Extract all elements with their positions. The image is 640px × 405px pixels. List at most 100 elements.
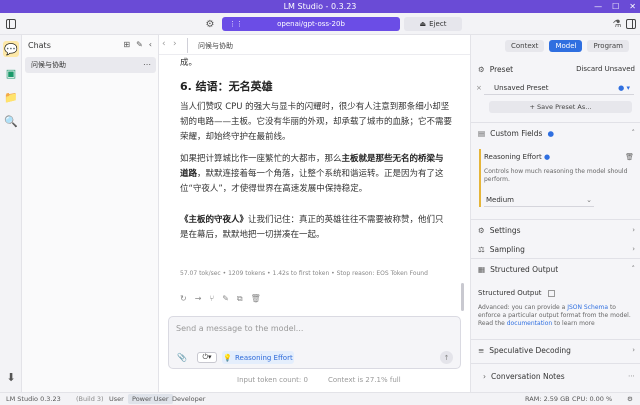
tab-chat[interactable]: 问候与协助 (187, 38, 243, 53)
structured-output-toggle-label: Structured Output (478, 289, 542, 297)
right-panel: Context Model Program ⚙ Preset Discard U… (470, 35, 640, 392)
structured-output-checkbox[interactable] (547, 289, 555, 297)
chat-list-item[interactable]: 问候与协助 ⋯ (25, 57, 156, 73)
preset-label: Preset (489, 64, 514, 74)
model-selector[interactable]: ⋮⋮ openai/gpt-oss-20b (222, 17, 400, 31)
conversation-notes-header[interactable]: › Conversation Notes ⋯ (471, 367, 640, 385)
terminal-icon[interactable]: ▣ (3, 65, 19, 81)
title-bar: LM Studio - 0.3.23 — ☐ ✕ (0, 0, 640, 13)
save-preset-button[interactable]: + Save Preset As... (489, 101, 632, 113)
regenerate-icon[interactable]: ↻ (180, 294, 187, 304)
structured-output-toggle-row: Structured Output (478, 289, 640, 297)
preset-icon: ⚙ (478, 64, 485, 74)
new-chat-icon[interactable]: ✎ (136, 40, 143, 49)
eject-button[interactable]: ⏏ Eject (404, 17, 462, 31)
notes-label: Conversation Notes (491, 371, 565, 381)
preset-value: Unsaved Preset (494, 84, 549, 92)
folder-icon[interactable]: 📁 (3, 89, 19, 105)
scrollbar[interactable] (461, 283, 464, 311)
discard-unsaved-button[interactable]: Discard Unsaved (576, 65, 635, 73)
clear-icon[interactable]: × (476, 84, 482, 92)
chevron-right-icon: › (632, 346, 635, 354)
chats-title: Chats (28, 41, 51, 50)
new-folder-icon[interactable]: ⊞ (123, 40, 130, 49)
top-toolbar: ⚙ ⋮⋮ openai/gpt-oss-20b ⏏ Eject ⚗ (0, 13, 640, 35)
speculative-icon: ≡ (478, 345, 485, 355)
copy-icon[interactable]: ⧉ (237, 294, 243, 304)
cpu-usage: CPU: 0.00 % (572, 395, 613, 403)
sampling-label: Sampling (489, 244, 525, 254)
send-button[interactable]: ↑ (440, 351, 453, 364)
chats-panel: Chats ⊞ ✎ ‹ 问候与协助 ⋯ (22, 35, 159, 392)
search-icon[interactable]: 🔍 (3, 113, 19, 129)
settings-gear-icon[interactable]: ⚙ (627, 395, 633, 403)
tab-model[interactable]: Model (549, 40, 583, 52)
right-tabs: Context Model Program (505, 40, 630, 52)
sidebar-toggle-icon[interactable] (4, 17, 18, 31)
back-icon[interactable]: ‹ (162, 39, 166, 49)
mode-user[interactable]: User (105, 394, 128, 404)
tab-bar: ‹ › 问候与协助 (159, 35, 470, 55)
tools-button[interactable]: ⏻▾ (197, 352, 217, 363)
beaker-icon[interactable]: ⚗ (610, 17, 624, 31)
custom-fields-label: Custom Fields (490, 128, 543, 138)
more-options-icon[interactable]: ⋯ (143, 60, 151, 69)
chat-item-label: 问候与协助 (31, 61, 66, 69)
mode-developer[interactable]: Developer (168, 394, 209, 404)
attach-icon[interactable]: 📎 (177, 353, 187, 362)
tab-context[interactable]: Context (505, 40, 545, 52)
collapse-icon[interactable]: ‹ (149, 40, 152, 49)
speculative-label: Speculative Decoding (489, 345, 571, 355)
preset-header: ⚙ Preset Discard Unsaved (471, 60, 640, 78)
message-composer[interactable]: Send a message to the model... 📎 ⏻▾ 💡 Re… (168, 316, 461, 369)
preset-select[interactable]: × Unsaved Preset ● ▾ (476, 82, 634, 95)
message-input[interactable]: Send a message to the model... (176, 324, 303, 333)
chevron-up-icon: ˄ (631, 265, 636, 273)
settings-icon: ⚙ (478, 225, 485, 235)
reasoning-label: Reasoning Effort (235, 353, 293, 362)
minimize-button[interactable]: — (594, 2, 602, 11)
custom-fields-header[interactable]: ▤ Custom Fields ● ˄ (471, 124, 640, 142)
reasoning-value: Medium (486, 196, 514, 204)
mode-power-user[interactable]: Power User (128, 394, 173, 404)
eject-icon: ⏏ (419, 20, 427, 28)
panel-toggle-icon[interactable] (624, 17, 638, 31)
settings-header[interactable]: ⚙ Settings › (471, 221, 640, 239)
continue-icon[interactable]: → (195, 294, 202, 304)
download-icon[interactable]: ⬇ (3, 369, 19, 385)
reasoning-title: Reasoning Effort (484, 153, 542, 161)
chevron-down-icon: ⌄ (586, 196, 592, 204)
forward-icon[interactable]: › (173, 39, 177, 49)
speculative-decoding-header[interactable]: ≡ Speculative Decoding › (471, 341, 640, 359)
modified-dot-icon: ● (543, 153, 551, 161)
edit-icon[interactable]: ✎ (222, 294, 229, 304)
reasoning-effort-button[interactable]: 💡 Reasoning Effort (222, 351, 294, 364)
maximize-button[interactable]: ☐ (612, 2, 619, 11)
custom-fields-icon: ▤ (478, 128, 486, 138)
message-actions: ↻ → ⑂ ✎ ⧉ 🗑 (180, 294, 261, 304)
ram-usage: RAM: 2.59 GB (525, 395, 570, 403)
plug-icon: ⏻▾ (202, 353, 212, 361)
arrow-up-icon: ↑ (443, 353, 450, 362)
close-button[interactable]: ✕ (629, 2, 636, 11)
chevron-right-icon: › (632, 245, 635, 253)
structured-output-description: Advanced: you can provide a JSON Schema … (478, 304, 631, 327)
chevron-down-icon: ● ▾ (618, 84, 630, 92)
window-title: LM Studio - 0.3.23 (283, 2, 357, 11)
input-token-count: Input token count: 0 (237, 376, 308, 384)
app-version: LM Studio 0.3.23 (6, 395, 61, 403)
sampling-icon: ⚖ (478, 244, 485, 254)
reasoning-select[interactable]: Medium ⌄ (484, 194, 594, 207)
delete-icon[interactable]: 🗑 (251, 294, 261, 304)
branch-icon[interactable]: ⑂ (209, 294, 214, 304)
gear-icon[interactable]: ⚙ (203, 17, 217, 31)
trash-icon[interactable]: 🗑 (625, 153, 634, 161)
reasoning-description: Controls how much reasoning the model sh… (484, 168, 628, 183)
chat-icon[interactable]: 💬 (3, 41, 19, 57)
structured-output-header[interactable]: ▦ Structured Output ˄ (471, 260, 640, 278)
more-options-icon[interactable]: ⋯ (628, 372, 635, 380)
bulb-icon: 💡 (223, 353, 232, 362)
notes-icon: › (483, 371, 486, 381)
sampling-header[interactable]: ⚖ Sampling › (471, 240, 640, 258)
tab-program[interactable]: Program (587, 40, 630, 52)
